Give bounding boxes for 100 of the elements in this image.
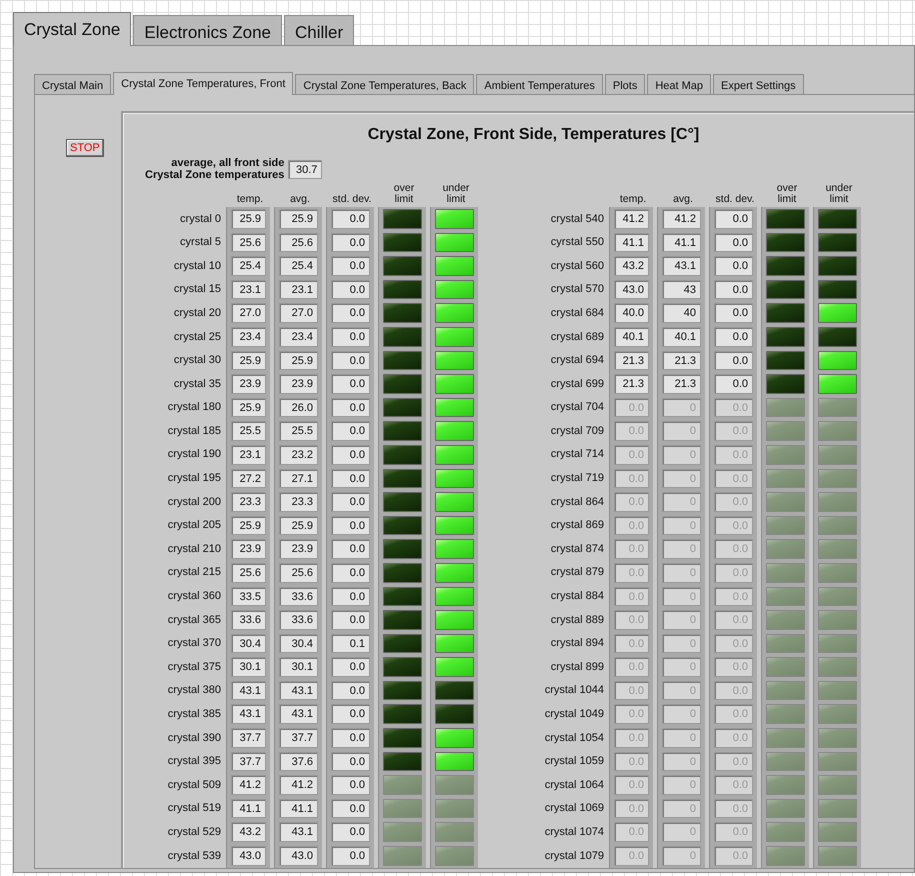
row-label: crystal 699: [550, 376, 605, 392]
value-field: 21.3: [662, 374, 701, 394]
value-field: 0.0: [714, 444, 753, 465]
value-field: 0.0: [614, 516, 649, 536]
row-label: crystal 529: [166, 824, 222, 840]
value-field: 0.0: [714, 280, 753, 300]
value-field: 0: [662, 421, 701, 441]
row-label: crystal 190: [166, 447, 222, 462]
value-field: 43.1: [279, 822, 318, 842]
value-field: 40: [662, 303, 701, 323]
row-label: crystal 884: [550, 589, 605, 604]
row-label: crystal 1074: [544, 824, 605, 840]
row-label: crystal 709: [550, 424, 605, 439]
value-field: 25.6: [279, 562, 318, 582]
average-value: 30.7: [288, 160, 322, 178]
value-field: 0.0: [614, 421, 649, 441]
value-field: 43: [662, 280, 701, 300]
value-field: 0.0: [614, 657, 649, 677]
row-label: crystal 560: [550, 258, 605, 274]
value-field: 0.0: [331, 350, 370, 370]
value-field: 0.0: [614, 562, 649, 582]
value-field: 30.1: [231, 657, 266, 677]
value-field: 0.0: [331, 209, 370, 229]
value-field: 0.0: [614, 752, 649, 772]
value-field: 25.6: [279, 232, 318, 252]
value-field: 0.0: [331, 539, 370, 559]
tab[interactable]: Electronics Zone: [133, 15, 282, 45]
value-field: 41.1: [231, 798, 266, 818]
value-field: 0: [662, 610, 701, 630]
value-field: 41.1: [662, 232, 701, 252]
value-field: 0: [662, 704, 701, 724]
value-field: 0.0: [331, 516, 370, 536]
row-label: crystal 519: [166, 801, 222, 816]
value-field: 0: [662, 728, 701, 748]
value-field: 41.1: [279, 798, 318, 818]
tab[interactable]: Crystal Zone Temperatures, Back: [295, 74, 474, 94]
value-field: 41.2: [614, 209, 649, 229]
tab[interactable]: Heat Map: [647, 74, 712, 94]
value-field: 25.9: [279, 516, 318, 536]
column-header: under limit: [824, 183, 854, 207]
value-field: 33.6: [279, 586, 318, 606]
field-label: Crystal Zone temperatures: [145, 169, 284, 181]
tab[interactable]: Crystal Main: [34, 74, 112, 94]
value-field: 43.0: [614, 280, 649, 300]
value-field: 33.6: [231, 610, 266, 630]
field-label: average, all front side: [170, 157, 284, 169]
value-field: 23.2: [279, 444, 318, 465]
value-field: 0.0: [331, 444, 370, 465]
value-field: 0.0: [714, 728, 753, 748]
tab[interactable]: Plots: [604, 74, 646, 94]
row-label: cyrstal 550: [550, 235, 605, 250]
value-field: 0.0: [331, 421, 370, 441]
row-label: crystal 215: [166, 565, 222, 580]
value-field: 0: [662, 492, 701, 512]
row-label: crystal 540: [550, 212, 605, 227]
value-field: 37.7: [231, 728, 266, 748]
value-field: 25.9: [279, 209, 318, 229]
value-field: 27.2: [231, 468, 266, 488]
value-field: 0.0: [331, 610, 370, 630]
value-field: 27.0: [279, 303, 318, 323]
value-field: 43.1: [231, 704, 266, 724]
row-label: crystal 20: [172, 306, 222, 321]
value-field: 25.5: [231, 421, 266, 441]
column-header: under limit: [442, 183, 470, 207]
value-field: 0.0: [614, 798, 649, 818]
value-field: 0.0: [714, 539, 753, 559]
tab[interactable]: Ambient Temperatures: [476, 74, 603, 94]
tab[interactable]: Expert Settings: [713, 74, 804, 94]
tab[interactable]: Crystal Zone Temperatures, Front: [113, 72, 294, 95]
value-field: 0.0: [714, 798, 753, 818]
value-field: 0.0: [331, 728, 370, 748]
row-label: crystal 1044: [544, 683, 605, 698]
row-label: crystal 689: [550, 330, 605, 345]
value-field: 0.0: [331, 752, 370, 772]
value-field: 0.0: [714, 752, 753, 772]
row-label: crystal 1079: [544, 848, 605, 864]
row-label: crystal 360: [166, 589, 222, 604]
value-field: 43.1: [279, 704, 318, 724]
value-field: 25.9: [231, 516, 266, 536]
column-header: std. dev.: [714, 194, 756, 207]
value-field: 0.0: [714, 350, 753, 370]
value-field: 0: [662, 752, 701, 772]
value-field: 0.0: [714, 846, 753, 866]
value-field: 0.0: [614, 610, 649, 630]
value-field: 21.3: [662, 350, 701, 370]
value-field: 0.0: [614, 775, 649, 795]
row-label: crystal 365: [166, 612, 222, 628]
value-field: 0.0: [714, 232, 753, 252]
value-field: 0.0: [331, 398, 370, 418]
value-field: 43.2: [614, 256, 649, 276]
value-field: 43.1: [231, 680, 266, 700]
value-field: 0.0: [714, 492, 753, 512]
row-label: crystal 509: [166, 778, 222, 793]
value-field: 0.0: [331, 775, 370, 795]
tab[interactable]: Crystal Zone: [13, 12, 132, 46]
value-field: 40.1: [614, 326, 649, 347]
value-field: 43.1: [662, 256, 701, 276]
value-field: 25.9: [231, 398, 266, 418]
column-header: avg.: [672, 194, 694, 207]
tab[interactable]: Chiller: [284, 15, 354, 45]
